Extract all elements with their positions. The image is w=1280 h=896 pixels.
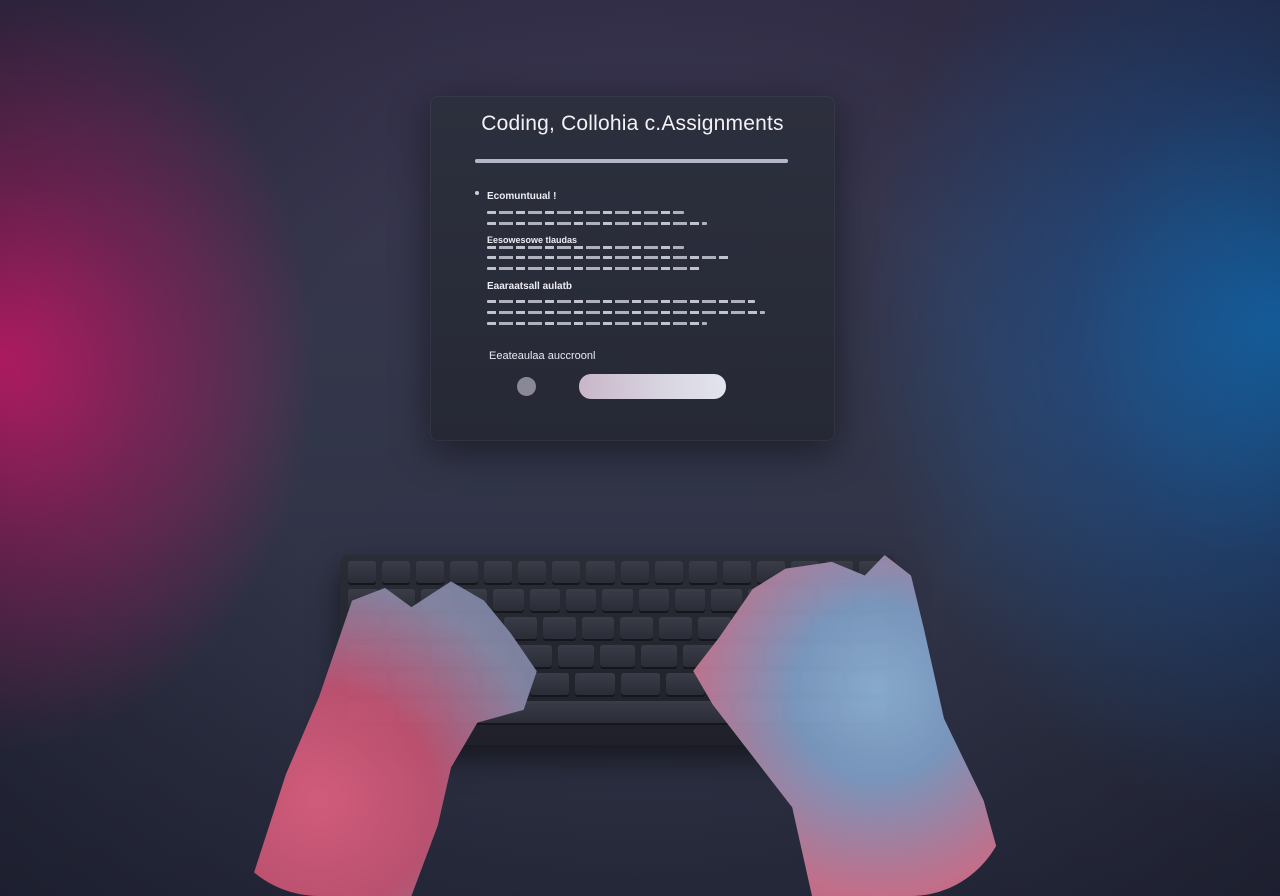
text-line (487, 300, 755, 303)
text-line (487, 267, 702, 270)
radio-button[interactable] (517, 377, 536, 396)
text-line (487, 322, 707, 325)
text-line (487, 311, 765, 314)
bullet-icon (475, 191, 479, 195)
submit-button[interactable] (579, 374, 726, 399)
text-line (487, 211, 684, 214)
progress-fill (475, 159, 788, 163)
text-line (487, 256, 731, 259)
progress-bar (475, 159, 788, 163)
footer-label: Eeateaulaa auccroonl (489, 350, 596, 362)
panel-title: Coding, Collohia c.Assignments (481, 112, 784, 135)
text-line (487, 222, 707, 225)
section-heading-1: Ecomuntuual ! (487, 191, 557, 202)
assignment-panel: Coding, Collohia c.Assignments Ecomuntuu… (430, 96, 835, 441)
section-heading-3: Eaaraatsall aulatb (487, 281, 573, 292)
text-line (487, 246, 684, 249)
